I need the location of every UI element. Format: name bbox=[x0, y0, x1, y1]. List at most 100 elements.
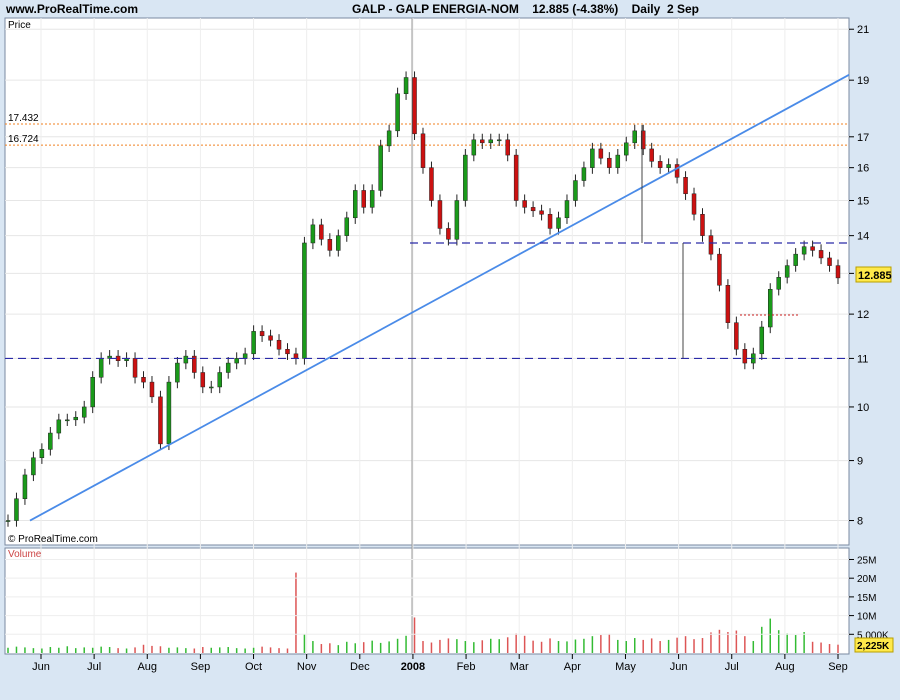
volume-tick-label: 15M bbox=[857, 593, 876, 604]
x-tick-label: Mar bbox=[510, 661, 529, 673]
candle-body bbox=[801, 246, 807, 255]
candle-body bbox=[310, 224, 316, 244]
watermark: © ProRealTime.com bbox=[8, 534, 98, 545]
candle-body bbox=[183, 355, 189, 364]
candle-body bbox=[378, 145, 383, 191]
y-tick-label: 9 bbox=[857, 456, 863, 468]
candle-body bbox=[437, 200, 443, 229]
x-tick-label: Sep bbox=[828, 661, 848, 673]
y-tick-label: 16 bbox=[857, 163, 869, 175]
x-tick-label: May bbox=[615, 661, 636, 673]
candle-body bbox=[31, 457, 36, 476]
volume-panel bbox=[4, 547, 850, 655]
x-tick-label: Feb bbox=[457, 661, 476, 673]
candle-body bbox=[496, 139, 502, 142]
x-tick-label: Dec bbox=[350, 661, 370, 673]
candle-body bbox=[327, 239, 333, 251]
candle-body bbox=[607, 157, 612, 168]
candle-body bbox=[556, 217, 561, 229]
x-tick-label: Aug bbox=[137, 661, 157, 673]
candle-body bbox=[666, 164, 671, 168]
candle-body bbox=[598, 148, 604, 159]
x-tick-label: Oct bbox=[245, 661, 262, 673]
candle-body bbox=[700, 214, 705, 236]
candle-body bbox=[657, 161, 663, 168]
level-label: 16.724 bbox=[8, 134, 39, 145]
candle-body bbox=[547, 214, 553, 229]
candle-body bbox=[344, 217, 350, 236]
candle-body bbox=[632, 130, 637, 144]
candle-body bbox=[767, 289, 773, 328]
time-axis-ticks: Jun Jul Aug Sep Oct Nov Dec 2008 Feb Mar Apr May Jun… bbox=[32, 654, 848, 673]
last-price-value: 12.885 bbox=[858, 270, 892, 282]
volume-current-value: 2,225K bbox=[857, 641, 890, 652]
candle-body bbox=[818, 250, 824, 259]
y-tick-label: 14 bbox=[857, 231, 869, 243]
candle-body bbox=[166, 381, 172, 445]
x-tick-label: Apr bbox=[564, 661, 581, 673]
candle-body bbox=[217, 372, 222, 388]
volume-tick-label: 25M bbox=[857, 555, 876, 566]
candle-body bbox=[827, 257, 832, 266]
y-tick-label: 12 bbox=[857, 309, 869, 321]
candle-body bbox=[251, 331, 256, 355]
candle-body bbox=[793, 253, 798, 266]
candle-body bbox=[471, 139, 477, 156]
candle-body bbox=[209, 386, 214, 389]
candle-body bbox=[429, 167, 434, 201]
x-tick-label: Nov bbox=[297, 661, 317, 673]
candle-body bbox=[420, 133, 426, 168]
level-label: 17.432 bbox=[8, 113, 39, 124]
candle-body bbox=[395, 93, 400, 132]
candle-body bbox=[149, 381, 155, 398]
y-tick-label: 10 bbox=[857, 402, 869, 414]
x-tick-label: Jun bbox=[32, 661, 50, 673]
candle-body bbox=[691, 193, 697, 215]
candle-body bbox=[624, 142, 629, 156]
candle-body bbox=[513, 154, 519, 201]
y-tick-label: 21 bbox=[857, 24, 869, 36]
candle-body bbox=[581, 167, 587, 181]
volume-tick-label: 10M bbox=[857, 612, 876, 623]
candle-body bbox=[615, 154, 621, 168]
candle-body bbox=[717, 253, 722, 286]
candle-body bbox=[22, 474, 28, 499]
y-tick-label: 15 bbox=[857, 196, 869, 208]
y-tick-label: 11 bbox=[857, 353, 868, 365]
candle-body bbox=[39, 449, 45, 459]
candle-body bbox=[65, 419, 70, 422]
candle-body bbox=[14, 498, 19, 521]
candle-body bbox=[446, 228, 451, 240]
candle-body bbox=[480, 139, 485, 144]
candle-body bbox=[293, 353, 299, 359]
candle-body bbox=[352, 190, 358, 219]
volume-badge: 2,225K bbox=[854, 637, 894, 653]
x-tick-label: Jun bbox=[670, 661, 688, 673]
candle-body bbox=[590, 148, 595, 168]
candle-body bbox=[708, 235, 714, 255]
y-tick-label: 17 bbox=[857, 132, 869, 144]
candle-body bbox=[573, 180, 578, 201]
candle-body bbox=[90, 377, 95, 408]
candle-body bbox=[784, 265, 790, 278]
candle-body bbox=[564, 200, 570, 219]
candle-body bbox=[488, 139, 494, 144]
candle-body bbox=[175, 362, 180, 383]
volume-tick-label: 20M bbox=[857, 574, 876, 585]
candle-body bbox=[141, 377, 146, 383]
candle-body bbox=[386, 130, 392, 147]
candle-body bbox=[649, 148, 654, 162]
candle-body bbox=[759, 326, 765, 355]
candle-body bbox=[742, 348, 748, 364]
candle-body bbox=[56, 419, 62, 434]
candle-body bbox=[725, 285, 731, 323]
candle-body bbox=[522, 200, 527, 208]
candle-body bbox=[463, 154, 468, 201]
candle-body bbox=[5, 520, 11, 522]
candle-body bbox=[73, 416, 79, 421]
candle-body bbox=[539, 210, 544, 215]
candle-body bbox=[412, 77, 417, 135]
candle-body bbox=[98, 358, 104, 378]
candle-body bbox=[403, 77, 409, 95]
candle-body bbox=[200, 372, 206, 388]
